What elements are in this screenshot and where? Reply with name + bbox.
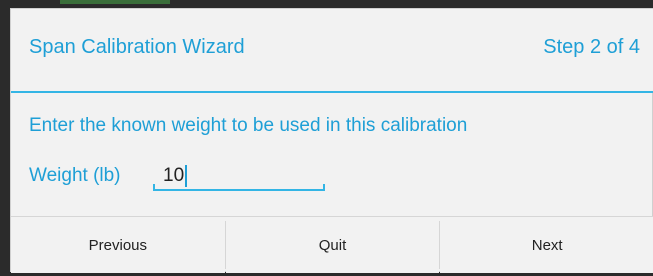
title-divider [11,91,653,93]
weight-input-underline-tick-left [153,184,155,190]
weight-input-value[interactable]: 10 [163,165,188,187]
span-calibration-dialog: Span Calibration Wizard Step 2 of 4 Ente… [10,8,653,273]
dialog-title: Span Calibration Wizard [29,36,245,58]
weight-input[interactable]: 10 [153,159,325,193]
button-bar: Previous Quit Next [11,217,653,273]
previous-button[interactable]: Previous [11,217,225,273]
weight-input-text[interactable]: 10 [163,165,184,186]
backdrop-accent-bar [60,0,170,4]
next-button[interactable]: Next [440,217,653,273]
quit-button[interactable]: Quit [225,217,440,273]
instruction-text: Enter the known weight to be used in thi… [29,115,468,136]
weight-input-underline [153,189,325,191]
text-cursor [185,165,188,187]
dialog-title-bar: Span Calibration Wizard Step 2 of 4 [11,9,653,91]
weight-input-underline-tick-right [323,184,325,190]
step-indicator: Step 2 of 4 [543,36,640,58]
weight-label: Weight (lb) [29,165,121,186]
